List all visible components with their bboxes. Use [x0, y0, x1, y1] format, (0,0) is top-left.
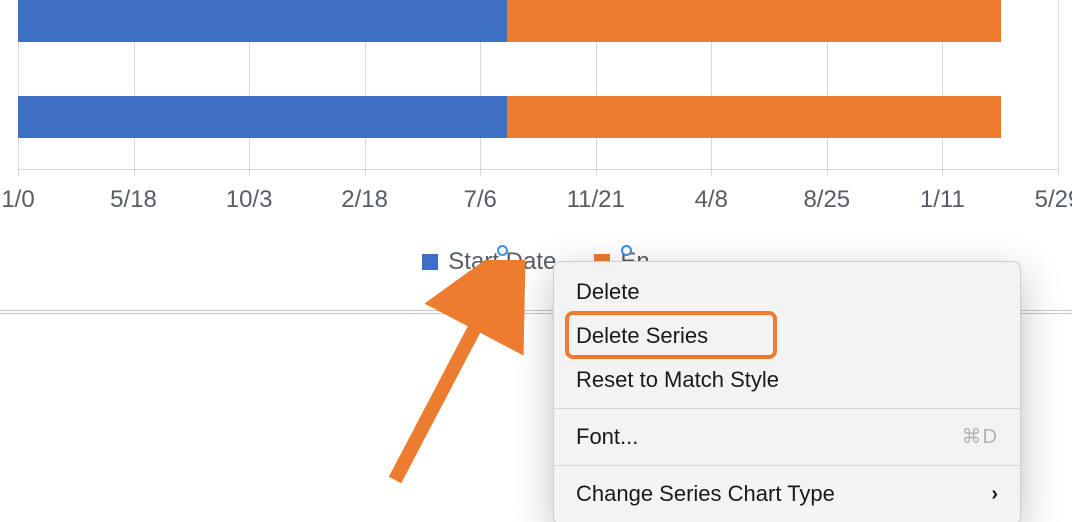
chart-bar-row[interactable]: [18, 0, 1058, 42]
x-tick-label: 4/8: [695, 186, 728, 214]
x-tick-label: 5/29: [1035, 186, 1072, 214]
menu-item-shortcut: ⌘D: [962, 415, 998, 459]
x-tick-label: 10/3: [226, 186, 273, 214]
x-tick-label: 5/18: [110, 186, 157, 214]
annotation-highlight: [565, 311, 777, 359]
x-tick-label: 7/6: [463, 186, 496, 214]
bar-segment-start-date[interactable]: [18, 0, 507, 42]
x-tick-label: 1/0: [1, 186, 34, 214]
x-tick-label: 11/21: [567, 186, 625, 214]
x-tick-label: 2/18: [341, 186, 388, 214]
menu-item-label: Reset to Match Style: [576, 358, 779, 402]
chart-x-axis: 1/0 5/18 10/3 2/18 7/6 11/21 4/8 8/25 1/…: [18, 186, 1058, 216]
annotation-arrow-icon: [370, 260, 540, 490]
menu-item-delete[interactable]: Delete: [554, 270, 1020, 314]
menu-item-label: Delete: [576, 270, 640, 314]
menu-item-change-series-chart-type[interactable]: Change Series Chart Type ›: [554, 472, 1020, 516]
chevron-right-icon: ›: [991, 472, 998, 516]
bar-segment-end-date[interactable]: [507, 96, 1001, 138]
menu-item-font[interactable]: Font... ⌘D: [554, 415, 1020, 459]
context-menu: Delete Delete Series Reset to Match Styl…: [553, 261, 1021, 522]
bar-segment-end-date[interactable]: [507, 0, 1001, 42]
x-tick-label: 8/25: [803, 186, 850, 214]
chart-plot-area[interactable]: [18, 0, 1058, 170]
bar-segment-start-date[interactable]: [18, 96, 507, 138]
menu-separator: [554, 465, 1020, 466]
selection-handle[interactable]: [497, 245, 508, 256]
selection-handle[interactable]: [497, 277, 508, 288]
menu-item-label: Change Series Chart Type: [576, 472, 835, 516]
legend-swatch-start-date[interactable]: [422, 254, 438, 270]
menu-separator: [554, 408, 1020, 409]
menu-item-label: Font...: [576, 415, 638, 459]
x-tick-label: 1/11: [920, 186, 965, 214]
menu-item-reset-to-match-style[interactable]: Reset to Match Style: [554, 358, 1020, 402]
selection-handle[interactable]: [621, 245, 632, 256]
chart-bar-row[interactable]: [18, 96, 1058, 138]
